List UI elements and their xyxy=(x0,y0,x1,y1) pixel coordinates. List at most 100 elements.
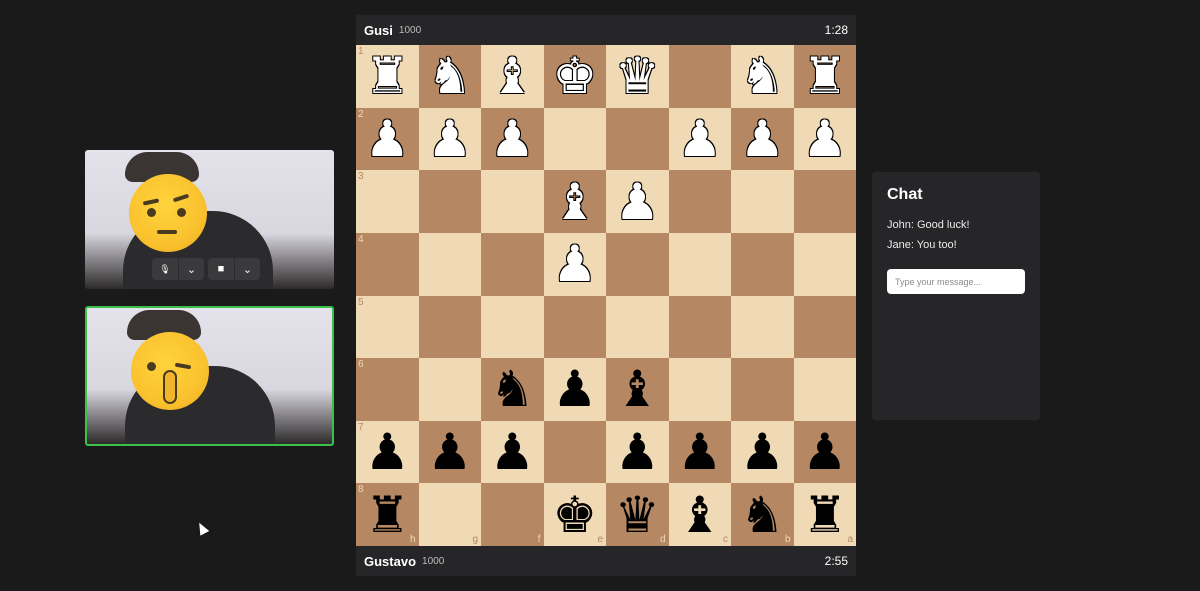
square-d1[interactable]: ♛ xyxy=(606,45,669,108)
square-e1[interactable]: ♚ xyxy=(543,45,607,108)
white-pawn-icon[interactable]: ♟ xyxy=(669,108,732,171)
white-pawn-icon[interactable]: ♟ xyxy=(606,170,669,233)
square-e6[interactable]: ♟ xyxy=(543,358,607,421)
square-a7[interactable]: ♟ xyxy=(793,420,857,484)
square-g8[interactable]: g xyxy=(418,483,481,546)
black-pawn-icon[interactable]: ♟ xyxy=(544,358,607,421)
square-h1[interactable]: 1 ♜ xyxy=(356,45,419,108)
white-bishop-icon[interactable]: ♝ xyxy=(481,45,544,108)
square-g4[interactable] xyxy=(418,232,481,296)
square-e8[interactable]: e ♚ xyxy=(543,483,607,546)
square-b7[interactable]: ♟ xyxy=(731,420,794,484)
white-rook-icon[interactable]: ♜ xyxy=(794,45,857,108)
square-d7[interactable]: ♟ xyxy=(606,420,669,484)
square-a3[interactable] xyxy=(793,170,856,233)
square-b1[interactable]: ♞ xyxy=(731,45,794,108)
white-queen-icon[interactable]: ♛ xyxy=(606,45,669,108)
white-pawn-icon[interactable]: ♟ xyxy=(794,108,857,171)
black-king-icon[interactable]: ♚ xyxy=(544,483,607,546)
square-f2[interactable]: ♟ xyxy=(481,107,544,171)
square-c1[interactable] xyxy=(668,45,731,108)
square-g6[interactable] xyxy=(418,358,481,421)
square-c2[interactable]: ♟ xyxy=(668,107,732,171)
white-pawn-icon[interactable]: ♟ xyxy=(544,233,607,296)
square-f1[interactable]: ♝ xyxy=(481,45,544,108)
black-bishop-icon[interactable]: ♝ xyxy=(606,358,669,421)
black-pawn-icon[interactable]: ♟ xyxy=(794,421,857,484)
square-b2[interactable]: ♟ xyxy=(731,107,794,171)
microphone-icon[interactable]: 🎙 xyxy=(152,258,178,280)
square-b5[interactable] xyxy=(731,295,794,359)
square-a8[interactable]: a ♜ xyxy=(793,483,857,546)
white-knight-icon[interactable]: ♞ xyxy=(419,45,482,108)
square-h3[interactable]: 3 xyxy=(356,170,419,233)
square-d8[interactable]: d ♛ xyxy=(606,483,669,546)
square-f3[interactable] xyxy=(481,170,544,233)
square-h4[interactable]: 4 xyxy=(356,232,419,296)
square-f8[interactable]: f xyxy=(481,483,544,546)
square-e5[interactable] xyxy=(543,295,606,359)
square-c6[interactable] xyxy=(668,358,731,421)
square-g7[interactable]: ♟ xyxy=(418,420,482,484)
black-queen-icon[interactable]: ♛ xyxy=(606,483,669,546)
square-a6[interactable] xyxy=(793,358,856,421)
black-bishop-icon[interactable]: ♝ xyxy=(669,483,732,546)
black-pawn-icon[interactable]: ♟ xyxy=(731,421,794,484)
square-c3[interactable] xyxy=(668,170,731,233)
square-f5[interactable] xyxy=(481,295,544,359)
black-rook-icon[interactable]: ♜ xyxy=(356,483,419,546)
white-pawn-icon[interactable]: ♟ xyxy=(731,108,794,171)
chat-message-input[interactable] xyxy=(887,269,1025,294)
mic-options-chevron-down-icon[interactable]: ⌄ xyxy=(178,258,204,280)
square-f4[interactable] xyxy=(481,232,544,296)
square-e7[interactable] xyxy=(543,420,606,484)
square-c7[interactable]: ♟ xyxy=(668,420,732,484)
black-rook-icon[interactable]: ♜ xyxy=(794,483,857,546)
square-d2[interactable] xyxy=(606,107,669,171)
square-h2[interactable]: 2 ♟ xyxy=(356,107,419,171)
white-bishop-icon[interactable]: ♝ xyxy=(544,170,607,233)
square-d5[interactable] xyxy=(606,295,669,359)
black-knight-icon[interactable]: ♞ xyxy=(731,483,794,546)
white-knight-icon[interactable]: ♞ xyxy=(731,45,794,108)
black-pawn-icon[interactable]: ♟ xyxy=(606,421,669,484)
square-h6[interactable]: 6 xyxy=(356,358,419,421)
square-a2[interactable]: ♟ xyxy=(793,107,857,171)
black-pawn-icon[interactable]: ♟ xyxy=(356,421,419,484)
square-b3[interactable] xyxy=(731,170,794,233)
square-h8[interactable]: 8 h ♜ xyxy=(356,483,419,546)
square-c8[interactable]: c ♝ xyxy=(668,483,732,546)
video-camera-icon[interactable]: ■ xyxy=(208,258,234,280)
black-pawn-icon[interactable]: ♟ xyxy=(669,421,732,484)
square-d4[interactable] xyxy=(606,232,669,296)
square-g3[interactable] xyxy=(418,170,481,233)
square-b6[interactable] xyxy=(731,358,794,421)
square-h5[interactable]: 5 xyxy=(356,295,419,359)
white-pawn-icon[interactable]: ♟ xyxy=(481,108,544,171)
square-f7[interactable]: ♟ xyxy=(481,420,544,484)
square-g2[interactable]: ♟ xyxy=(418,107,482,171)
square-e3[interactable]: ♝ xyxy=(543,170,607,233)
black-pawn-icon[interactable]: ♟ xyxy=(419,421,482,484)
white-pawn-icon[interactable]: ♟ xyxy=(356,108,419,171)
square-b8[interactable]: b ♞ xyxy=(731,483,794,546)
square-a1[interactable]: ♜ xyxy=(793,45,857,108)
square-c4[interactable] xyxy=(668,232,731,296)
square-a4[interactable] xyxy=(793,232,856,296)
camera-options-chevron-down-icon[interactable]: ⌄ xyxy=(234,258,260,280)
square-c5[interactable] xyxy=(668,295,731,359)
white-rook-icon[interactable]: ♜ xyxy=(356,45,419,108)
square-e4[interactable]: ♟ xyxy=(543,232,607,296)
square-g1[interactable]: ♞ xyxy=(418,45,482,108)
square-d3[interactable]: ♟ xyxy=(606,170,669,233)
square-b4[interactable] xyxy=(731,232,794,296)
square-d6[interactable]: ♝ xyxy=(606,358,669,421)
black-knight-icon[interactable]: ♞ xyxy=(481,358,544,421)
square-f6[interactable]: ♞ xyxy=(481,358,544,421)
white-king-icon[interactable]: ♚ xyxy=(544,45,607,108)
white-pawn-icon[interactable]: ♟ xyxy=(419,108,482,171)
square-e2[interactable] xyxy=(543,107,606,171)
square-h7[interactable]: 7 ♟ xyxy=(356,420,419,484)
square-g5[interactable] xyxy=(418,295,481,359)
square-a5[interactable] xyxy=(793,295,856,359)
